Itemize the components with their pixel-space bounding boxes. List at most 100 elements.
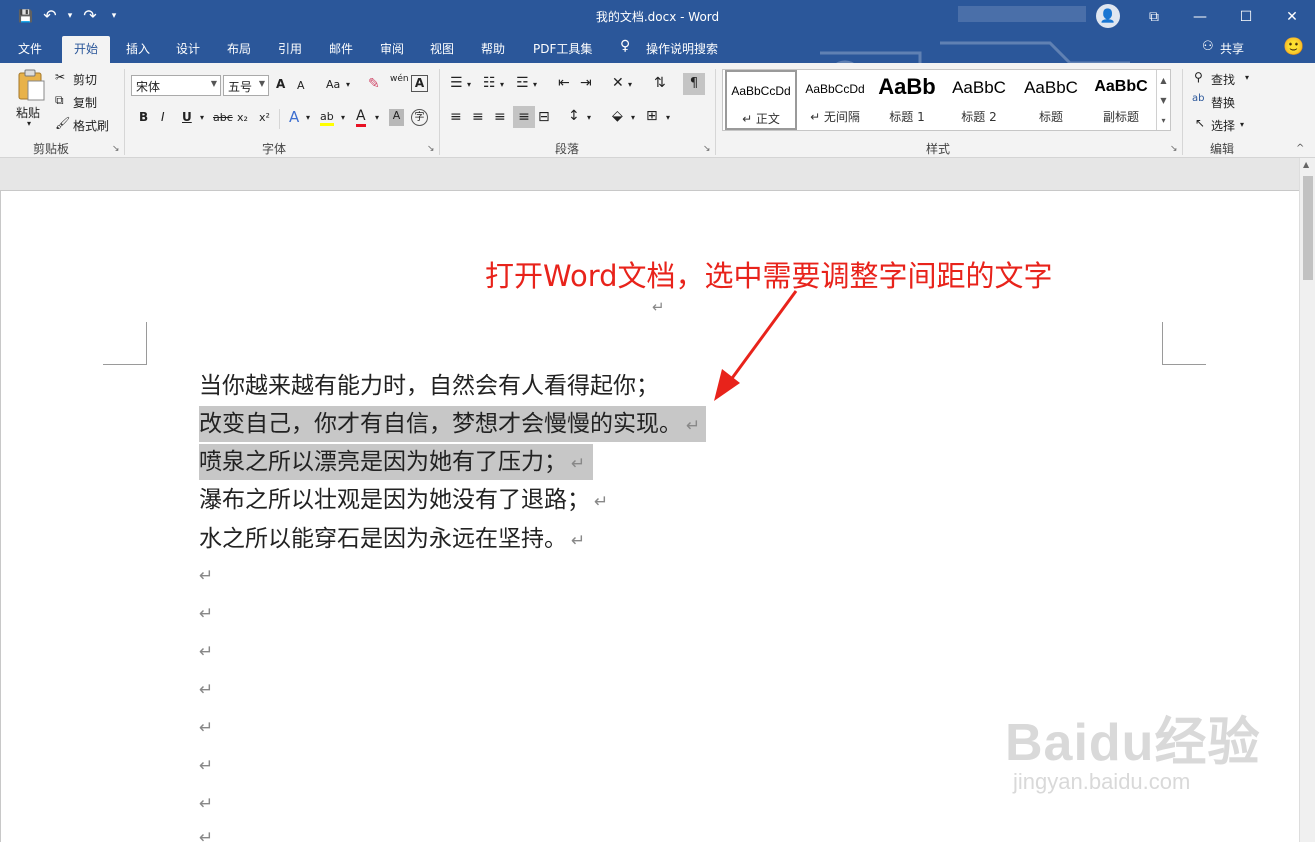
- format-painter-icon[interactable]: 🖌: [55, 116, 70, 130]
- change-case-button[interactable]: Aa: [326, 78, 340, 91]
- numbering-icon[interactable]: ☷: [483, 75, 496, 91]
- style-title[interactable]: AaBbC 标题: [1015, 70, 1087, 130]
- clipboard-launcher-icon[interactable]: ↘: [112, 144, 120, 154]
- copy-icon[interactable]: ⧉: [55, 93, 64, 108]
- styles-more-icon[interactable]: ▾: [1161, 116, 1165, 125]
- strikethrough-button[interactable]: abc: [213, 111, 233, 124]
- styles-scrollbar[interactable]: ▲ ▼ ▾: [1156, 70, 1170, 130]
- document-line-selected[interactable]: 改变自己，你才有自信，梦想才会慢慢的实现。 ↵: [199, 406, 707, 442]
- tell-me-search[interactable]: 操作说明搜索: [646, 40, 718, 57]
- bold-button[interactable]: B: [139, 110, 148, 124]
- chinese-layout-dropdown-icon[interactable]: ▾: [628, 80, 632, 89]
- scrollbar-thumb[interactable]: [1303, 176, 1313, 280]
- font-name-combo[interactable]: 宋体 ▼: [131, 75, 221, 96]
- find-dropdown-icon[interactable]: ▾: [1245, 73, 1249, 82]
- ribbon-display-options-icon[interactable]: ⧉: [1131, 0, 1177, 33]
- show-formatting-marks-icon[interactable]: ¶: [683, 73, 705, 95]
- enclose-characters-button[interactable]: 字: [411, 109, 428, 126]
- paragraph-launcher-icon[interactable]: ↘: [703, 144, 711, 154]
- format-painter-button[interactable]: 格式刷: [73, 117, 109, 134]
- close-button[interactable]: ✕: [1269, 0, 1315, 33]
- scroll-up-icon[interactable]: ▲: [1303, 160, 1309, 169]
- bullets-icon[interactable]: ☰: [450, 75, 463, 91]
- underline-button[interactable]: U: [182, 110, 192, 124]
- shading-icon[interactable]: ⬙: [612, 108, 623, 124]
- justify-icon[interactable]: ≡: [513, 106, 535, 128]
- align-right-icon[interactable]: ≡: [494, 109, 506, 125]
- underline-dropdown-icon[interactable]: ▾: [200, 113, 204, 122]
- character-border-button[interactable]: A: [411, 75, 428, 92]
- styles-launcher-icon[interactable]: ↘: [1170, 144, 1178, 154]
- find-icon[interactable]: ⚲: [1194, 70, 1203, 84]
- borders-icon[interactable]: ⊞: [646, 108, 658, 124]
- font-color-dropdown-icon[interactable]: ▾: [375, 113, 379, 122]
- minimize-button[interactable]: —: [1177, 0, 1223, 33]
- paste-dropdown-icon[interactable]: ▾: [27, 119, 31, 128]
- grow-font-button[interactable]: A: [276, 77, 285, 91]
- tab-references[interactable]: 引用: [278, 40, 302, 57]
- align-center-icon[interactable]: ≡: [472, 109, 484, 125]
- text-effects-button[interactable]: A: [289, 108, 299, 126]
- tab-mailings[interactable]: 邮件: [329, 40, 353, 57]
- multilevel-list-icon[interactable]: ☲: [516, 75, 529, 91]
- maximize-button[interactable]: ☐: [1223, 0, 1269, 33]
- select-button[interactable]: 选择: [1211, 117, 1235, 134]
- styles-scroll-down-icon[interactable]: ▼: [1160, 96, 1166, 105]
- line-spacing-dropdown-icon[interactable]: ▾: [587, 113, 591, 122]
- document-line[interactable]: 水之所以能穿石是因为永远在坚持。 ↵: [199, 521, 585, 557]
- font-size-combo[interactable]: 五号 ▼: [223, 75, 269, 96]
- increase-indent-icon[interactable]: ⇥: [580, 75, 592, 91]
- cut-icon[interactable]: ✂: [55, 70, 65, 84]
- document-line[interactable]: 当你越来越有能力时，自然会有人看得起你；: [199, 368, 659, 404]
- smiley-feedback-icon[interactable]: 🙂: [1283, 37, 1304, 57]
- chinese-layout-icon[interactable]: ✕: [612, 75, 624, 91]
- subscript-button[interactable]: x₂: [237, 111, 248, 124]
- style-heading-1[interactable]: AaBb 标题 1: [871, 70, 943, 130]
- styles-scroll-up-icon[interactable]: ▲: [1160, 76, 1166, 85]
- style-no-spacing[interactable]: AaBbCcDd ↵ 无间隔: [799, 70, 871, 130]
- document-line[interactable]: 瀑布之所以壮观是因为她没有了退路； ↵: [199, 482, 608, 518]
- tab-layout[interactable]: 布局: [227, 40, 251, 57]
- multilevel-dropdown-icon[interactable]: ▾: [533, 80, 537, 89]
- share-button[interactable]: 共享: [1220, 40, 1244, 57]
- shading-dropdown-icon[interactable]: ▾: [631, 113, 635, 122]
- distributed-icon[interactable]: ⊟: [538, 109, 550, 125]
- shrink-font-button[interactable]: A: [297, 79, 305, 92]
- collapse-ribbon-icon[interactable]: ^: [1296, 143, 1304, 154]
- tab-file[interactable]: 文件: [18, 40, 42, 57]
- find-button[interactable]: 查找: [1211, 71, 1235, 88]
- tab-view[interactable]: 视图: [430, 40, 454, 57]
- bullets-dropdown-icon[interactable]: ▾: [467, 80, 471, 89]
- phonetic-guide-button[interactable]: wén: [390, 74, 409, 84]
- text-effects-dropdown-icon[interactable]: ▾: [306, 113, 310, 122]
- align-left-icon[interactable]: ≡: [450, 109, 462, 125]
- italic-button[interactable]: I: [161, 110, 165, 124]
- replace-icon[interactable]: ab: [1192, 93, 1204, 104]
- sort-icon[interactable]: ⇅: [654, 75, 666, 91]
- copy-button[interactable]: 复制: [73, 94, 97, 111]
- style-heading-2[interactable]: AaBbC 标题 2: [943, 70, 1015, 130]
- borders-dropdown-icon[interactable]: ▾: [666, 113, 670, 122]
- font-color-button[interactable]: A: [356, 108, 366, 127]
- select-icon[interactable]: ↖: [1195, 116, 1205, 130]
- avatar[interactable]: 👤: [1096, 4, 1120, 28]
- cut-button[interactable]: 剪切: [73, 71, 97, 88]
- tab-design[interactable]: 设计: [176, 40, 200, 57]
- tab-home[interactable]: 开始: [62, 36, 111, 63]
- tab-help[interactable]: 帮助: [481, 40, 505, 57]
- superscript-button[interactable]: x²: [259, 111, 270, 124]
- select-dropdown-icon[interactable]: ▾: [1240, 120, 1244, 129]
- style-normal[interactable]: AaBbCcDd ↵ 正文: [725, 70, 797, 130]
- person-icon[interactable]: ⚇: [1202, 39, 1214, 54]
- style-subtitle[interactable]: AaBbC 副标题: [1085, 70, 1157, 130]
- tab-review[interactable]: 审阅: [380, 40, 404, 57]
- highlight-button[interactable]: ab: [320, 110, 334, 126]
- tab-pdf-tools[interactable]: PDF工具集: [533, 40, 592, 57]
- tab-insert[interactable]: 插入: [126, 40, 150, 57]
- highlight-dropdown-icon[interactable]: ▾: [341, 113, 345, 122]
- character-shading-button[interactable]: A: [389, 109, 404, 126]
- font-launcher-icon[interactable]: ↘: [427, 144, 435, 154]
- decrease-indent-icon[interactable]: ⇤: [558, 75, 570, 91]
- line-spacing-icon[interactable]: ↕: [568, 108, 580, 124]
- vertical-scrollbar[interactable]: ▲: [1299, 158, 1315, 842]
